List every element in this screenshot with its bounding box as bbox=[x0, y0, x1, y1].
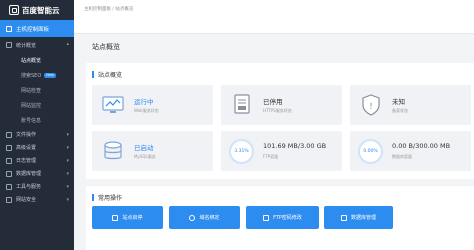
sidebar-item-seo[interactable]: 搜索SEO New bbox=[0, 68, 74, 83]
chevron-up-icon: ▴ bbox=[66, 41, 69, 47]
section-title: 常用操作 bbox=[92, 193, 122, 202]
sidebar-group-files[interactable]: 文件操作 ▾ bbox=[0, 128, 74, 141]
database-icon bbox=[340, 214, 347, 221]
chevron-down-icon: ▾ bbox=[66, 184, 69, 190]
database-icon bbox=[104, 141, 122, 160]
shield-icon bbox=[6, 196, 12, 203]
key-icon bbox=[263, 214, 270, 221]
log-icon bbox=[6, 157, 12, 164]
header: 主机控制面板 / 站点概览 站点概览 bbox=[74, 0, 474, 51]
database-manage-button[interactable]: 数据库管理 bbox=[324, 206, 393, 229]
logo-icon bbox=[9, 5, 19, 15]
sidebar-item-site-monitor[interactable]: 网站监控 bbox=[0, 98, 74, 113]
ftp-password-button[interactable]: FTP密码修改 bbox=[246, 206, 319, 229]
https-status-label: HTTPS服务状态 bbox=[263, 108, 292, 113]
folder-icon bbox=[6, 131, 12, 138]
sidebar-group-overview[interactable]: 统计概览 ▴ bbox=[0, 37, 74, 53]
section-bar bbox=[92, 71, 94, 78]
power-icon bbox=[112, 214, 119, 221]
ftp-capacity-label: FTP容量 bbox=[263, 154, 279, 159]
db-capacity-value: 0.00 B/300.00 MB bbox=[392, 142, 451, 150]
https-status-value: 已停用 bbox=[263, 98, 283, 106]
site-toggle-button[interactable]: 站点启停 bbox=[92, 206, 163, 229]
breadcrumb: 主机控制面板 / 站点概览 bbox=[84, 7, 134, 12]
sidebar-item-account[interactable]: 账号信息 bbox=[0, 113, 74, 128]
shield-icon: ! bbox=[362, 94, 380, 116]
web-status-label: Web服务状态 bbox=[134, 108, 159, 113]
sidebar-group-security[interactable]: 网站安全 ▾ bbox=[0, 193, 74, 206]
domain-binding-button[interactable]: 域名绑定 bbox=[169, 206, 240, 229]
sidebar-group-database[interactable]: 数据库管理 ▾ bbox=[0, 167, 74, 180]
mysql-status-card: 已启动 MySQL服务 bbox=[92, 131, 213, 171]
home-icon bbox=[6, 25, 12, 32]
mysql-status-label: MySQL服务 bbox=[134, 154, 156, 159]
logo[interactable]: 百度智能云 bbox=[0, 0, 74, 20]
https-status-card: 已停用 HTTPS服务状态 bbox=[221, 85, 342, 125]
database-icon bbox=[6, 170, 12, 177]
certificate-icon bbox=[234, 94, 250, 114]
mysql-status-value: 已启动 bbox=[134, 144, 154, 152]
web-status-value: 运行中 bbox=[134, 98, 154, 106]
ftp-capacity-value: 101.69 MB/3.00 GB bbox=[263, 142, 327, 150]
filing-status-label: 备案状态 bbox=[392, 108, 408, 113]
svg-text:!: ! bbox=[369, 102, 373, 112]
sidebar-item-host-panel[interactable]: 主机控制面板 bbox=[0, 20, 74, 37]
globe-icon bbox=[189, 214, 196, 221]
ftp-capacity-card: 3.31% 101.69 MB/3.00 GB FTP容量 bbox=[221, 131, 342, 171]
page-title: 站点概览 bbox=[92, 43, 120, 51]
sidebar-group-label: 统计概览 bbox=[16, 42, 37, 49]
sidebar: 百度智能云 主机控制面板 统计概览 ▴ 站点概览 搜索SEO New 网站检查 … bbox=[0, 0, 74, 250]
chevron-down-icon: ▾ bbox=[66, 145, 69, 151]
db-usage-ring: 0.00% bbox=[358, 139, 383, 164]
db-capacity-label: 数据库容量 bbox=[392, 154, 412, 159]
tools-icon bbox=[6, 183, 12, 190]
filing-status-value: 未知 bbox=[392, 98, 405, 106]
overview-panel: 站点概览 运行中 Web服务状态 已停用 HTTPS服务状态 ! 未知 备案状态 bbox=[86, 63, 474, 179]
chevron-down-icon: ▾ bbox=[66, 158, 69, 164]
sidebar-item-site-check[interactable]: 网站检查 bbox=[0, 83, 74, 98]
web-status-card: 运行中 Web服务状态 bbox=[92, 85, 213, 125]
section-title: 站点概览 bbox=[92, 70, 122, 79]
monitor-icon bbox=[102, 96, 124, 113]
filing-status-card: ! 未知 备案状态 bbox=[350, 85, 471, 125]
ftp-usage-ring: 3.31% bbox=[229, 139, 254, 164]
db-capacity-card: 0.00% 0.00 B/300.00 MB 数据库容量 bbox=[350, 131, 471, 171]
sidebar-group-logs[interactable]: 日志管理 ▾ bbox=[0, 154, 74, 167]
chart-icon bbox=[6, 42, 12, 48]
logo-text: 百度智能云 bbox=[22, 5, 60, 15]
sidebar-group-tools[interactable]: 工具与服务 ▾ bbox=[0, 180, 74, 193]
gear-icon bbox=[6, 144, 12, 151]
sidebar-group-advanced[interactable]: 高级设置 ▾ bbox=[0, 141, 74, 154]
chevron-down-icon: ▾ bbox=[66, 132, 69, 138]
section-bar bbox=[92, 194, 94, 201]
chevron-down-icon: ▾ bbox=[66, 197, 69, 203]
chevron-down-icon: ▾ bbox=[66, 171, 69, 177]
sidebar-item-label: 主机控制面板 bbox=[16, 26, 50, 33]
new-badge: New bbox=[44, 73, 56, 78]
sidebar-item-site-overview[interactable]: 站点概览 bbox=[0, 53, 74, 68]
